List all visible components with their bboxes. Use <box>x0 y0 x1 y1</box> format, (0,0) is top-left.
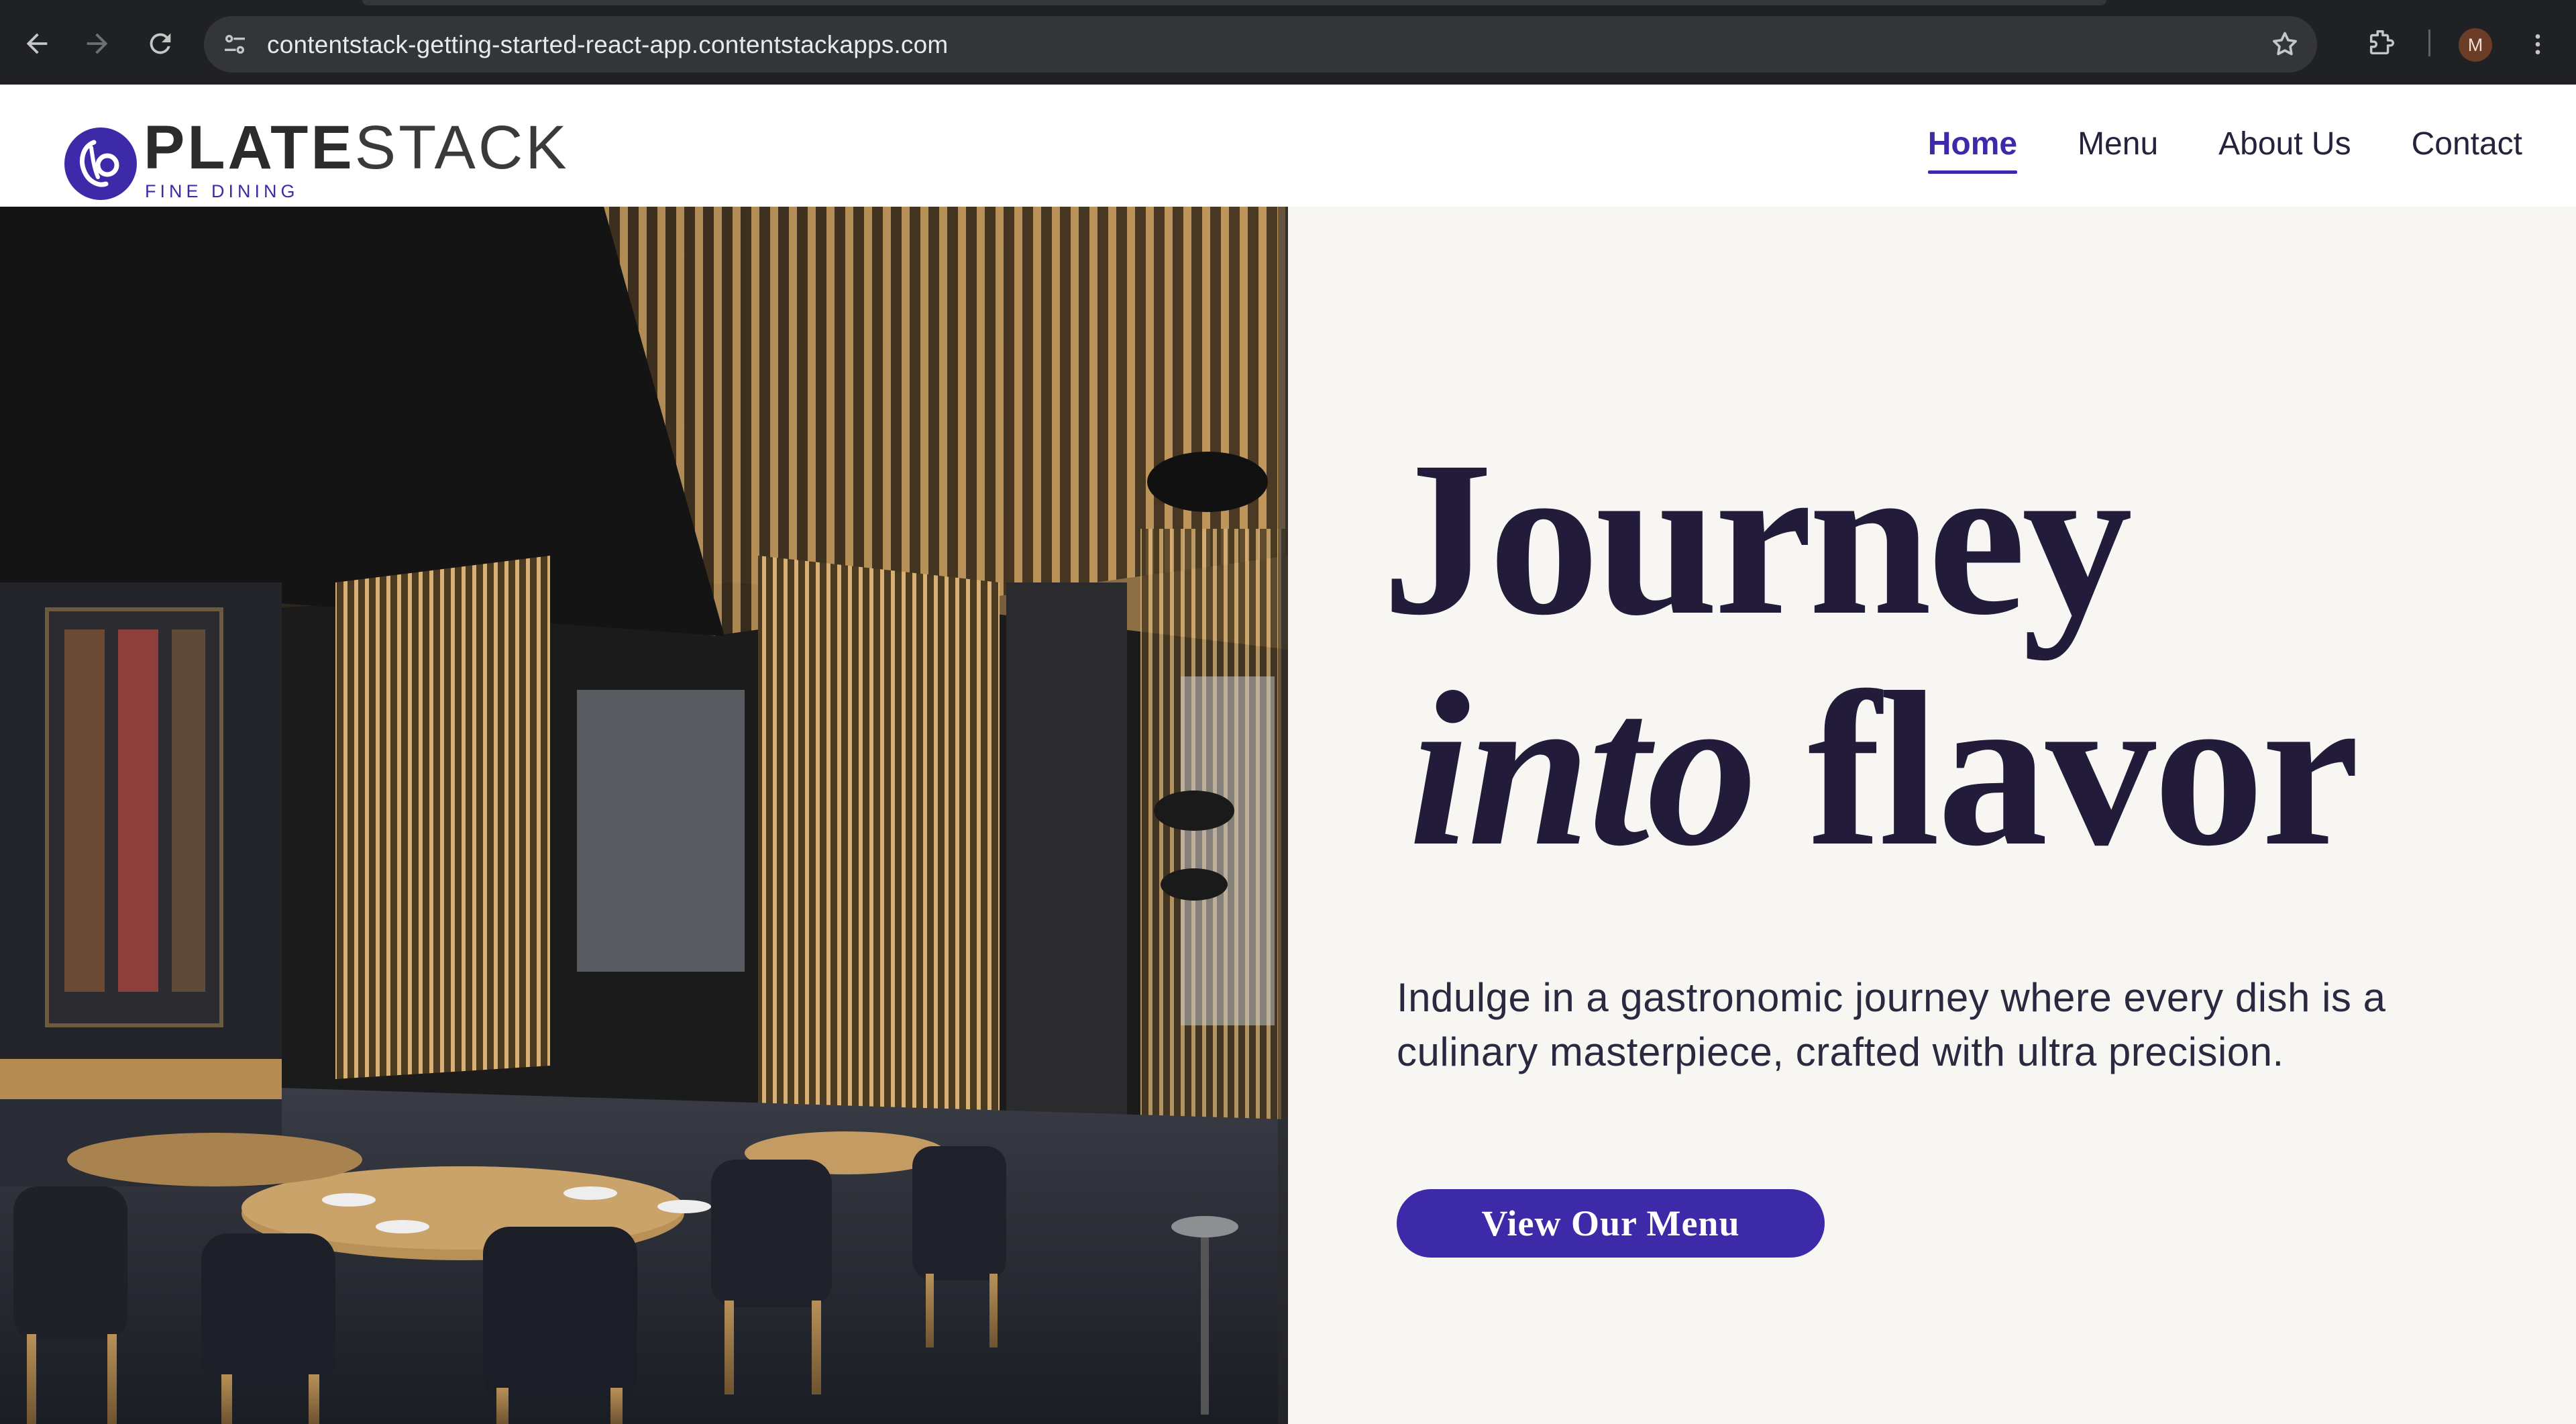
address-bar[interactable]: contentstack-getting-started-react-app.c… <box>204 16 2317 72</box>
main-nav: Home Menu About Us Contact <box>1868 125 2522 174</box>
bookmark-star-icon[interactable] <box>2267 27 2302 62</box>
logo-mark-icon <box>64 128 137 200</box>
more-menu-icon[interactable] <box>2521 26 2555 63</box>
platestack-logo[interactable]: PLATESTACK FINE DINING <box>64 107 567 201</box>
hero-section: Journey into flavor Indulge in a gastron… <box>0 207 2576 1424</box>
nav-menu[interactable]: Menu <box>2078 125 2158 174</box>
extensions-icon[interactable] <box>2363 24 2400 62</box>
restaurant-interior-image <box>0 207 1288 1424</box>
profile-avatar[interactable]: M <box>2459 28 2492 62</box>
headline-italic-word: into <box>1409 647 1758 892</box>
back-arrow-icon[interactable] <box>13 20 60 67</box>
nav-about-us[interactable]: About Us <box>2218 125 2351 174</box>
hero-content: Journey into flavor Indulge in a gastron… <box>1382 207 2522 1424</box>
browser-toolbar: contentstack-getting-started-react-app.c… <box>0 0 2576 85</box>
logo-subtitle: FINE DINING <box>145 181 299 201</box>
hero-headline: Journey into flavor <box>1382 428 2522 880</box>
forward-arrow-icon[interactable] <box>74 20 121 67</box>
site-header: PLATESTACK FINE DINING Home Menu About U… <box>0 85 2576 207</box>
logo-wordmark: PLATESTACK <box>144 117 570 179</box>
nav-home[interactable]: Home <box>1928 125 2017 174</box>
tab-strip <box>362 0 2106 5</box>
browser-window: contentstack-getting-started-react-app.c… <box>0 0 2576 1424</box>
toolbar-divider <box>2428 30 2430 56</box>
logo-word-light: STACK <box>354 113 570 182</box>
url-text[interactable]: contentstack-getting-started-react-app.c… <box>267 31 948 59</box>
logo-word-bold: PLATE <box>144 113 355 182</box>
headline-line-2: into flavor <box>1382 659 2522 880</box>
reload-icon[interactable] <box>137 20 184 67</box>
site-info-icon[interactable] <box>219 28 251 60</box>
hero-tagline: Indulge in a gastronomic journey where e… <box>1397 975 2386 1074</box>
nav-contact[interactable]: Contact <box>2412 125 2522 174</box>
headline-rest: flavor <box>1754 647 2359 892</box>
headline-line-1: Journey <box>1382 416 2133 661</box>
view-menu-button[interactable]: View Our Menu <box>1397 1189 1825 1258</box>
